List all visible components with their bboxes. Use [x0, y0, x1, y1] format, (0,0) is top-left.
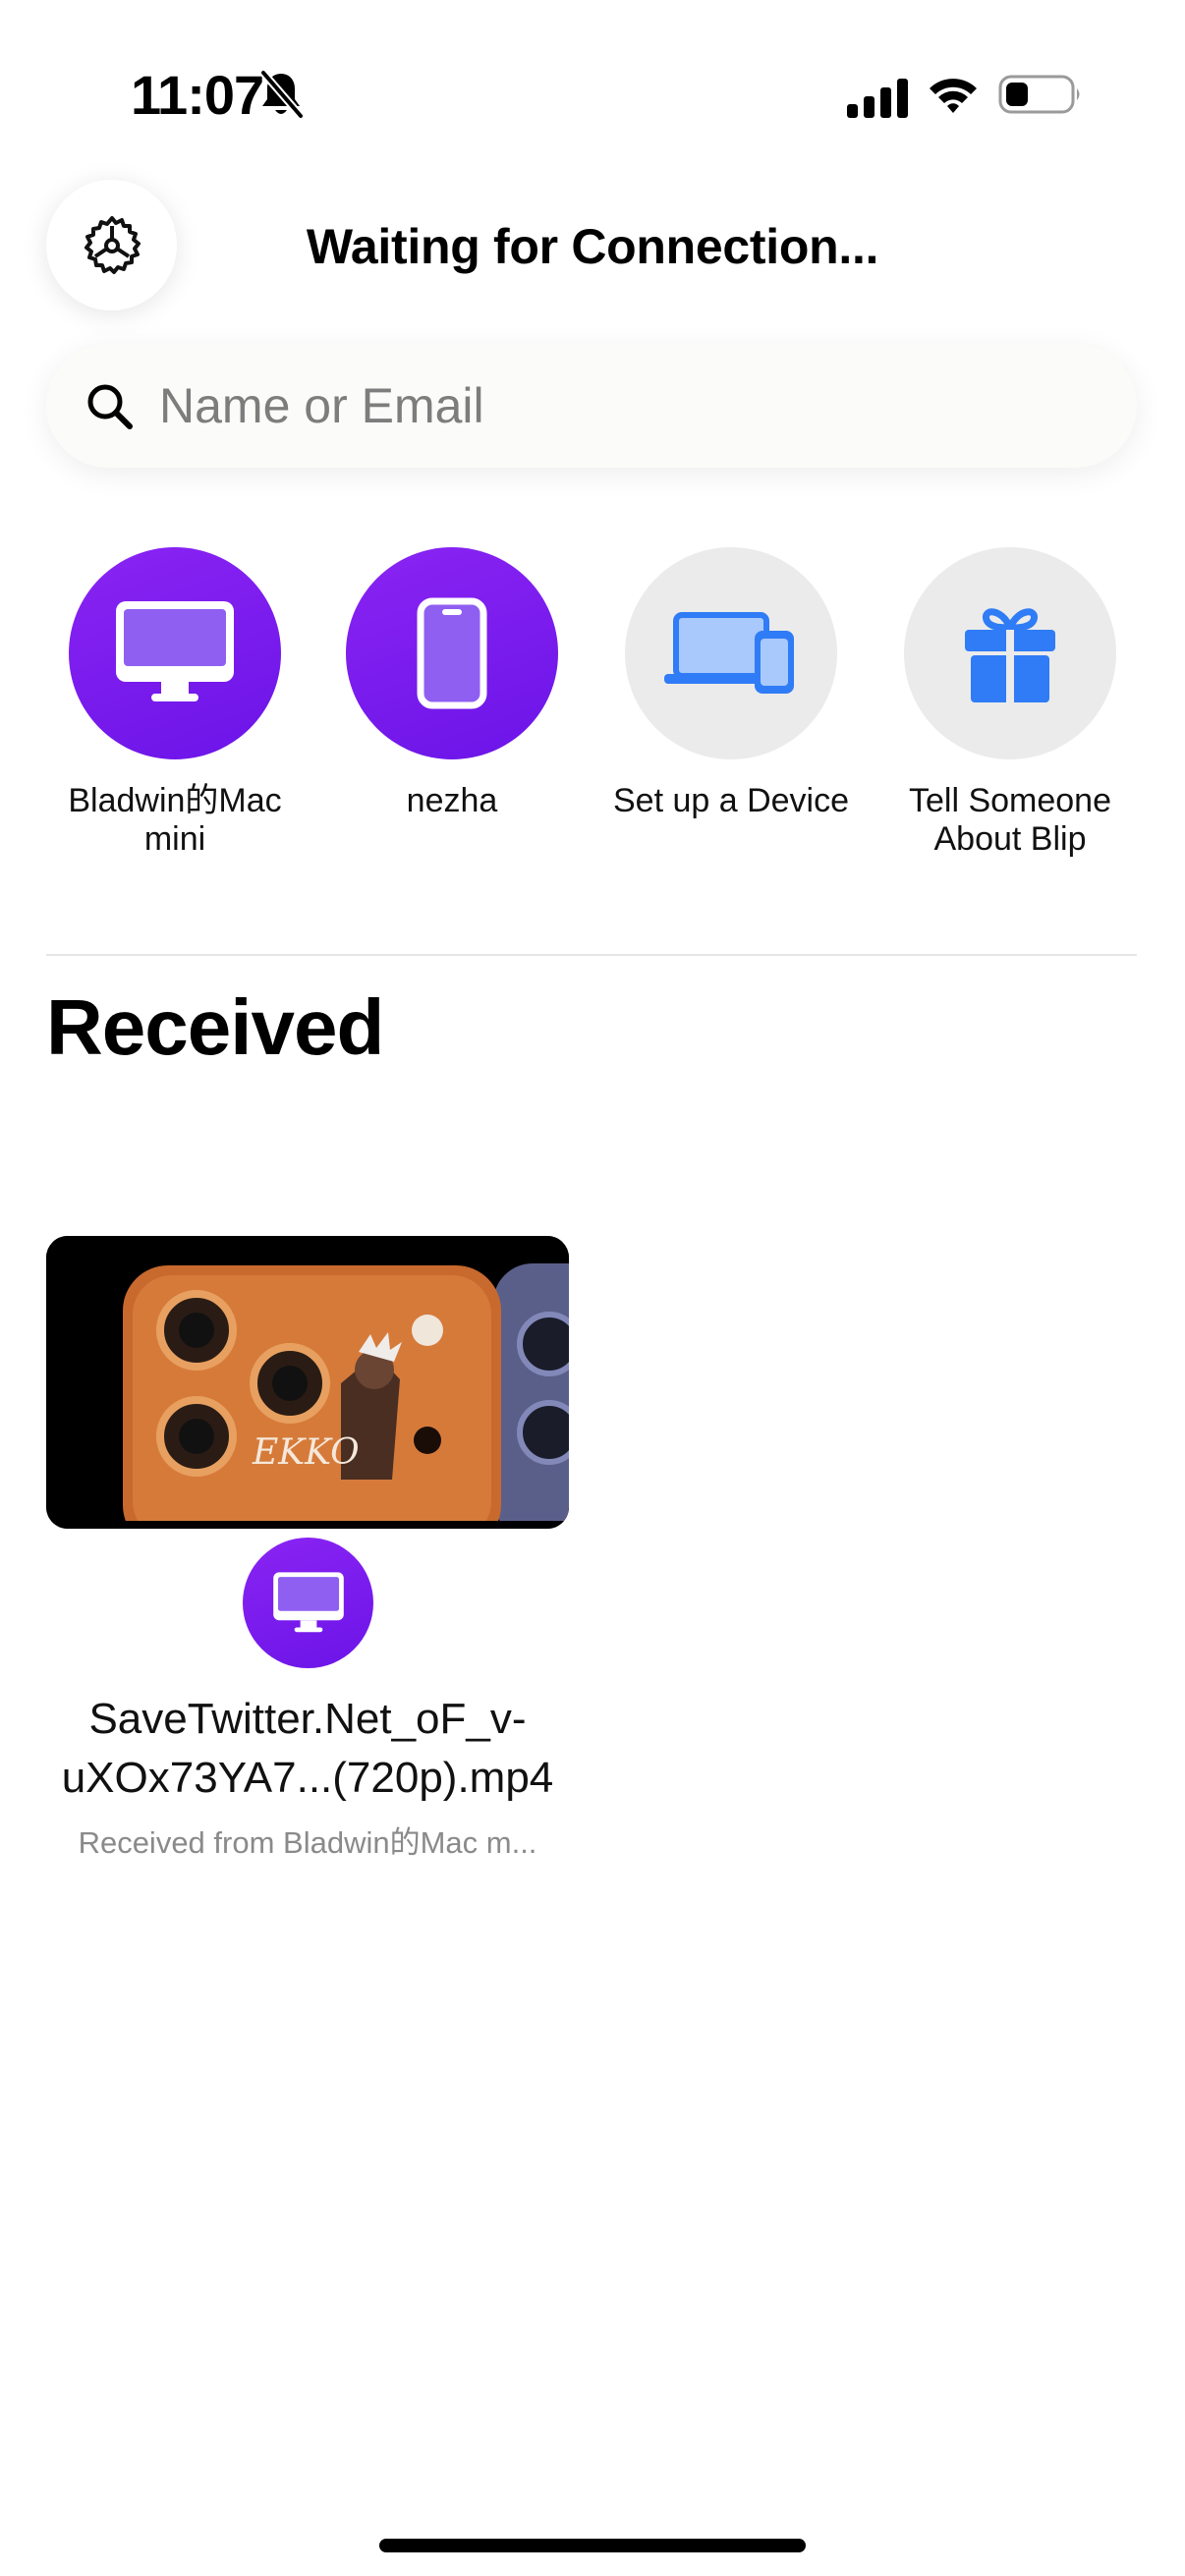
- device-bladwin-mac-mini[interactable]: Bladwin的Mac mini: [47, 547, 303, 859]
- setup-device-button[interactable]: Set up a Device: [603, 547, 859, 820]
- search-icon: [87, 384, 133, 429]
- divider: [46, 954, 1137, 956]
- desktop-icon: [116, 601, 234, 701]
- cellular-signal-icon: [847, 79, 908, 118]
- video-thumbnail[interactable]: EKKO: [46, 1236, 569, 1529]
- wifi-icon: [930, 79, 977, 113]
- search-input[interactable]: [159, 344, 1102, 468]
- device-label: Set up a Device: [612, 782, 850, 819]
- desktop-icon: [272, 1571, 344, 1632]
- search-bar[interactable]: [46, 344, 1137, 468]
- status-time: 11:07: [131, 64, 264, 126]
- file-meta: Received from Bladwin的Mac m...: [78, 1825, 537, 1860]
- battery-icon: [998, 75, 1080, 114]
- device-nezha[interactable]: nezha: [324, 547, 580, 820]
- phone-icon: [417, 597, 487, 709]
- section-title-received: Received: [46, 983, 384, 1071]
- device-avatar: [346, 547, 558, 759]
- blip-home-screen: 11:07 Waiting for Connection... Name or …: [0, 0, 1185, 2576]
- device-label: Bladwin的Mac mini: [68, 782, 282, 858]
- thumbnail-image: EKKO: [46, 1236, 569, 1529]
- tell-someone-button[interactable]: Tell Someone About Blip: [882, 547, 1138, 859]
- devices-icon: [664, 612, 794, 694]
- thumbnail-text: EKKO: [252, 1432, 360, 1473]
- status-bar: 11:07: [0, 0, 1185, 167]
- home-indicator[interactable]: [379, 2539, 806, 2552]
- device-avatar: [904, 547, 1116, 759]
- bell-slash-icon: [259, 70, 305, 119]
- gift-icon: [965, 608, 1055, 702]
- device-avatar: [625, 547, 837, 759]
- sender-avatar: [243, 1538, 373, 1668]
- device-label: Tell Someone About Blip: [908, 782, 1111, 858]
- file-name: SaveTwitter.Net_oF_v-uXOx73YA7...(720p).…: [61, 1695, 554, 1802]
- page-title: Waiting for Connection...: [306, 219, 879, 274]
- device-avatar: [69, 547, 281, 759]
- device-label: nezha: [406, 782, 498, 819]
- received-file-card[interactable]: EKKO SaveTwitter.Net_oF_v-uXOx73YA7...(7…: [46, 1236, 569, 1860]
